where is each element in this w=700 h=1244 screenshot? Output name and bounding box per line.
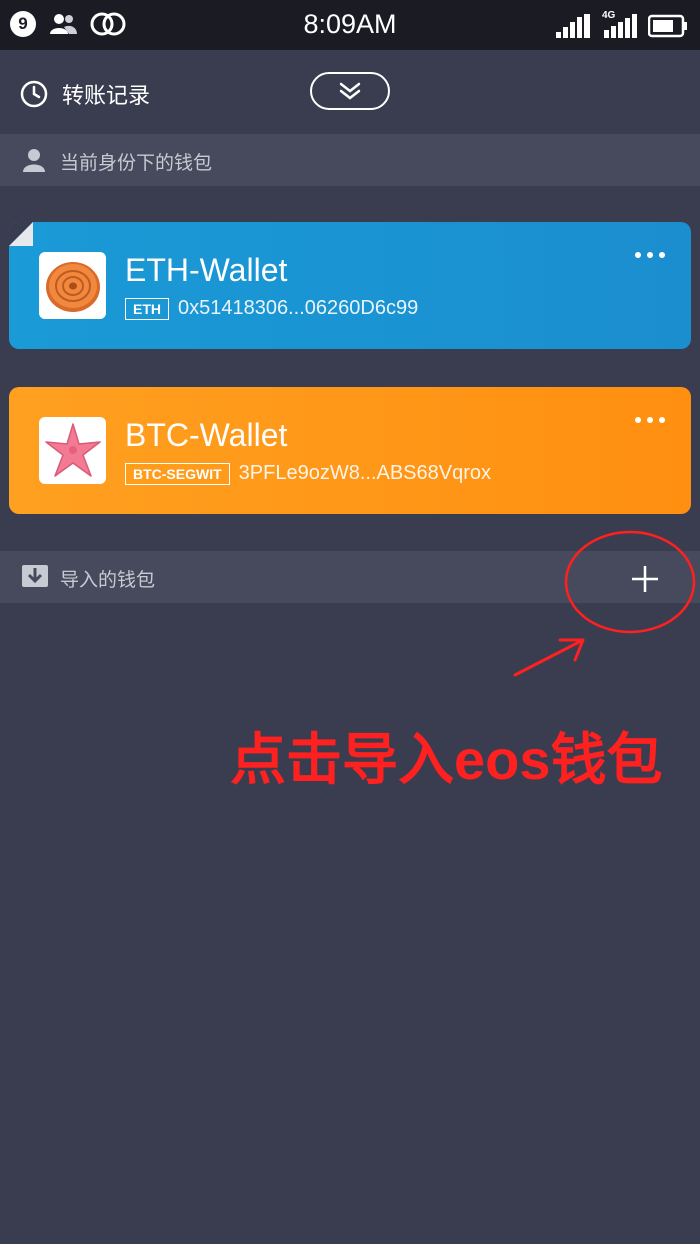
more-dot [635, 417, 641, 423]
status-right-icons: 4G [556, 10, 688, 38]
wallet-address: 0x51418306...06260D6c99 [178, 297, 419, 319]
more-dot [659, 417, 665, 423]
import-wallet-add-button[interactable] [626, 560, 664, 598]
wallet-name: BTC-Wallet [125, 417, 288, 453]
wallet-meta: ETH 0x51418306...06260D6c99 [125, 297, 418, 320]
collapse-toggle-button[interactable] [310, 72, 390, 110]
double-chevron-down-icon [339, 82, 361, 100]
clock-icon [20, 80, 48, 108]
more-options-button[interactable] [635, 252, 665, 258]
chain-tag: ETH [125, 297, 169, 320]
starfish-icon [44, 422, 101, 477]
signal-4g: 4G [602, 10, 638, 38]
battery-icon [648, 14, 687, 38]
wallet-name: ETH-Wallet [125, 252, 288, 288]
signal-4g-icon [604, 14, 637, 38]
more-dot [647, 252, 653, 258]
more-dot [659, 252, 665, 258]
transfer-history-label: 转账记录 [62, 84, 151, 109]
annotation-arrow [513, 638, 585, 677]
coin-icon [45, 261, 100, 312]
wallet-card-btc[interactable]: BTC-Wallet BTC-SEGWIT 3PFLe9ozW8...ABS68… [9, 387, 691, 514]
section-identity-wallets-label: 当前身份下的钱包 [60, 152, 213, 174]
section-imported-wallets: 导入的钱包 [0, 551, 700, 603]
chain-tag: BTC-SEGWIT [125, 462, 230, 485]
annotation-text: 点击导入eos钱包 [230, 728, 663, 791]
card-fold-flap [9, 222, 33, 246]
wallet-logo-btc [39, 417, 106, 484]
download-icon [22, 565, 48, 587]
wallet-address: 3PFLe9ozW8...ABS68Vqrox [238, 462, 492, 484]
annotation-overlay [513, 530, 696, 677]
plus-icon [632, 566, 658, 592]
more-dot [635, 252, 641, 258]
signal-icon [556, 14, 590, 38]
wallet-meta: BTC-SEGWIT 3PFLe9ozW8...ABS68Vqrox [125, 462, 491, 485]
more-options-button[interactable] [635, 417, 665, 423]
wallet-logo-eth [39, 252, 106, 319]
header: 转账记录 [0, 50, 700, 134]
section-imported-wallets-label: 导入的钱包 [60, 569, 156, 591]
wallet-card-eth[interactable]: ETH-Wallet ETH 0x51418306...06260D6c99 [9, 222, 691, 349]
more-dot [647, 417, 653, 423]
status-bar: 9 8:09AM 4G [0, 0, 700, 50]
transfer-history-button[interactable]: 转账记录 [20, 78, 150, 110]
person-icon [23, 149, 45, 172]
section-identity-wallets: 当前身份下的钱包 [0, 134, 700, 186]
